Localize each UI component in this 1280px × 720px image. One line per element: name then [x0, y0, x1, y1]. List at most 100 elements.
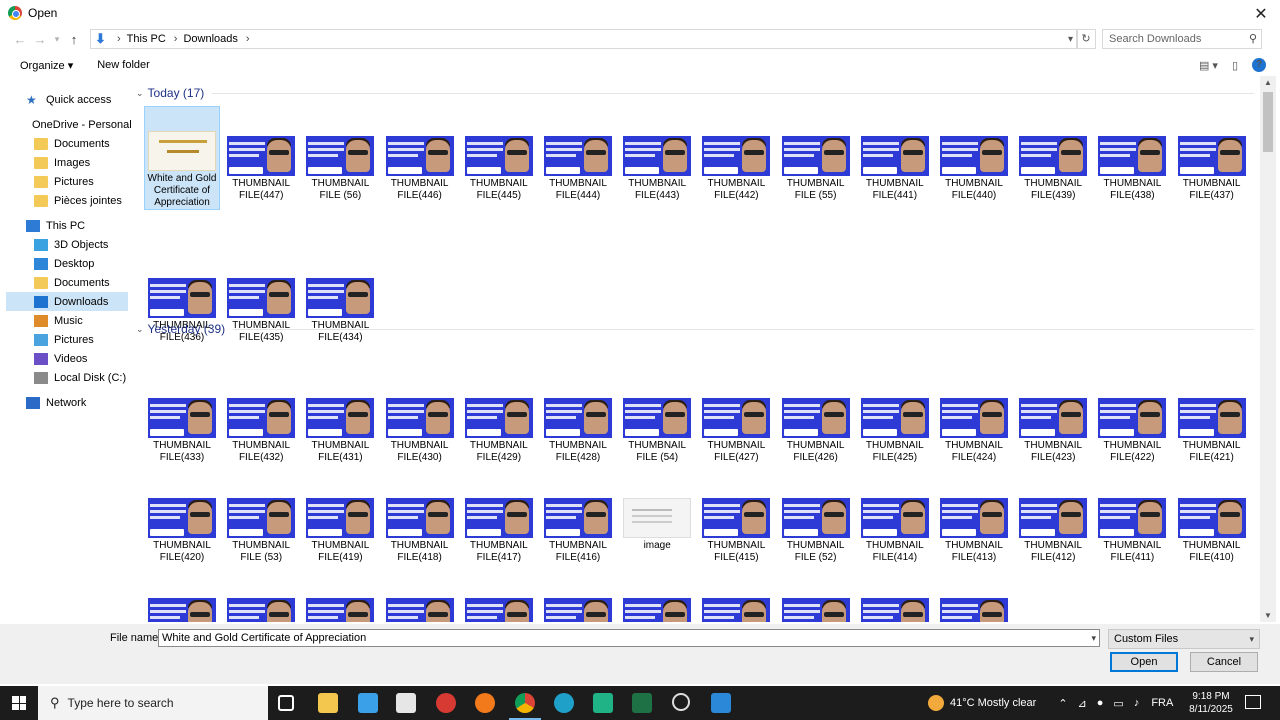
file-item[interactable]: THUMBNAIL	[223, 568, 299, 622]
file-item[interactable]: THUMBNAIL FILE(412)	[1015, 468, 1091, 564]
file-item[interactable]: THUMBNAIL	[540, 568, 616, 622]
vivaldi-icon[interactable]	[436, 693, 456, 713]
file-item[interactable]: THUMBNAIL	[857, 568, 933, 622]
file-item[interactable]: THUMBNAIL FILE(413)	[936, 468, 1012, 564]
clock[interactable]: 9:18 PM 8/11/2025	[1186, 690, 1236, 716]
view-options-icon[interactable]: ▤ ▾	[1199, 59, 1218, 72]
screen-recorder-icon[interactable]	[593, 693, 613, 713]
file-name-input[interactable]: White and Gold Certificate of Appreciati…	[158, 629, 1100, 647]
file-item[interactable]: THUMBNAIL	[461, 568, 537, 622]
organize-button[interactable]: Organize ▾	[20, 59, 73, 72]
nav-pictures[interactable]: Pictures	[6, 330, 128, 349]
file-item[interactable]: THUMBNAIL FILE(418)	[382, 468, 458, 564]
store-icon[interactable]	[396, 693, 416, 713]
volume-icon[interactable]: ♪	[1134, 697, 1140, 709]
file-item[interactable]: THUMBNAIL FILE(437)	[1174, 106, 1250, 202]
recent-chevron-icon[interactable]: ▾	[50, 34, 64, 45]
file-item[interactable]: THUMBNAIL FILE(428)	[540, 368, 616, 464]
file-item[interactable]: White and Gold Certificate of Appreciation	[144, 106, 220, 210]
battery-icon[interactable]: ▭	[1113, 697, 1123, 710]
start-button[interactable]	[0, 686, 38, 720]
file-item[interactable]: THUMBNAIL FILE(411)	[1094, 468, 1170, 564]
file-type-select[interactable]: Custom Files ▾	[1108, 629, 1260, 649]
nav-onedrive-pieces-jointes[interactable]: Pièces jointes	[6, 191, 128, 210]
file-item[interactable]: THUMBNAIL FILE(442)	[698, 106, 774, 202]
nav-onedrive-documents[interactable]: Documents	[6, 134, 128, 153]
file-item[interactable]: THUMBNAIL	[302, 568, 378, 622]
nav-onedrive-images[interactable]: Images	[6, 153, 128, 172]
file-item[interactable]: THUMBNAIL FILE(415)	[698, 468, 774, 564]
taskbar-search[interactable]: ⚲ Type here to search	[38, 686, 268, 720]
paint-icon[interactable]	[358, 693, 378, 713]
help-icon[interactable]: ?	[1252, 58, 1266, 72]
file-item[interactable]: THUMBNAIL FILE(421)	[1174, 368, 1250, 464]
cancel-button[interactable]: Cancel	[1190, 652, 1258, 672]
up-arrow-icon[interactable]: ↑	[64, 32, 84, 47]
file-item[interactable]: THUMBNAIL	[778, 568, 854, 622]
file-item[interactable]: THUMBNAIL FILE(423)	[1015, 368, 1091, 464]
nav-this-pc[interactable]: This PC	[6, 216, 128, 235]
excel-icon[interactable]	[632, 693, 652, 713]
file-item[interactable]: THUMBNAIL FILE(441)	[857, 106, 933, 202]
file-item[interactable]: THUMBNAIL FILE(416)	[540, 468, 616, 564]
nav-documents[interactable]: Documents	[6, 273, 128, 292]
file-item[interactable]: THUMBNAIL FILE(424)	[936, 368, 1012, 464]
new-folder-button[interactable]: New folder	[97, 59, 150, 71]
nav-music[interactable]: Music	[6, 311, 128, 330]
file-item[interactable]: THUMBNAIL	[382, 568, 458, 622]
file-item[interactable]: THUMBNAIL	[936, 568, 1012, 622]
chrome-icon[interactable]	[509, 693, 541, 720]
file-item[interactable]: THUMBNAIL	[698, 568, 774, 622]
file-item[interactable]: image	[619, 468, 695, 552]
back-arrow-icon[interactable]: ←	[10, 32, 30, 47]
nav-onedrive-pictures[interactable]: Pictures	[6, 172, 128, 191]
preview-pane-icon[interactable]: ▯	[1232, 59, 1238, 72]
chevron-up-icon[interactable]: ⌃	[1058, 697, 1067, 710]
language-indicator[interactable]: FRA	[1151, 697, 1173, 709]
task-view-icon[interactable]	[278, 695, 294, 711]
search-input[interactable]: Search Downloads ⚲	[1102, 29, 1262, 49]
file-item[interactable]: THUMBNAIL FILE(425)	[857, 368, 933, 464]
vertical-scrollbar[interactable]: ▲ ▼	[1260, 76, 1276, 622]
file-item[interactable]: THUMBNAIL FILE(432)	[223, 368, 299, 464]
open-button[interactable]: Open	[1110, 652, 1178, 672]
snipping-tool-icon[interactable]	[711, 693, 731, 713]
refresh-icon[interactable]: ↻	[1076, 29, 1096, 49]
nav-3d-objects[interactable]: 3D Objects	[6, 235, 128, 254]
file-item[interactable]: THUMBNAIL FILE(431)	[302, 368, 378, 464]
weather-text[interactable]: 41°C Mostly clear	[950, 697, 1036, 709]
file-item[interactable]: THUMBNAIL FILE(420)	[144, 468, 220, 564]
scrollbar-thumb[interactable]	[1263, 92, 1273, 152]
file-item[interactable]: THUMBNAIL	[619, 568, 695, 622]
breadcrumb-this-pc[interactable]: This PC	[127, 33, 166, 45]
nav-onedrive[interactable]: OneDrive - Personal	[6, 115, 132, 134]
breadcrumb-downloads[interactable]: Downloads	[183, 33, 237, 45]
file-item[interactable]: THUMBNAIL FILE(410)	[1174, 468, 1250, 564]
file-item[interactable]: THUMBNAIL FILE(430)	[382, 368, 458, 464]
file-item[interactable]: THUMBNAIL FILE(417)	[461, 468, 537, 564]
file-item[interactable]: THUMBNAIL FILE(419)	[302, 468, 378, 564]
address-dropdown-icon[interactable]: ▾	[1068, 34, 1073, 45]
nav-videos[interactable]: Videos	[6, 349, 128, 368]
microphone-icon[interactable]: ●	[1097, 697, 1104, 709]
file-item[interactable]: THUMBNAIL FILE(444)	[540, 106, 616, 202]
file-item[interactable]: THUMBNAIL FILE(433)	[144, 368, 220, 464]
file-item[interactable]: THUMBNAIL FILE (56)	[302, 106, 378, 202]
nav-quick-access[interactable]: ★ Quick access	[6, 90, 128, 109]
file-item[interactable]: THUMBNAIL FILE(446)	[382, 106, 458, 202]
collapse-chevron-icon[interactable]: ⌄	[136, 324, 144, 335]
file-item[interactable]: THUMBNAIL	[144, 568, 220, 622]
file-item[interactable]: THUMBNAIL FILE(426)	[778, 368, 854, 464]
close-button[interactable]: ✕	[1252, 4, 1270, 24]
collapse-chevron-icon[interactable]: ⌄	[136, 88, 144, 99]
firefox-icon[interactable]	[475, 693, 495, 713]
address-bar[interactable]: ⬇ › This PC › Downloads › ▾	[90, 29, 1078, 49]
file-item[interactable]: THUMBNAIL FILE(438)	[1094, 106, 1170, 202]
file-explorer-icon[interactable]	[318, 693, 338, 713]
file-item[interactable]: THUMBNAIL FILE(439)	[1015, 106, 1091, 202]
scroll-up-icon[interactable]: ▲	[1260, 78, 1276, 87]
group-header[interactable]: ⌄ Yesterday (39)	[136, 322, 1254, 336]
file-item[interactable]: THUMBNAIL FILE(447)	[223, 106, 299, 202]
file-item[interactable]: THUMBNAIL FILE(440)	[936, 106, 1012, 202]
edge-icon[interactable]	[554, 693, 574, 713]
